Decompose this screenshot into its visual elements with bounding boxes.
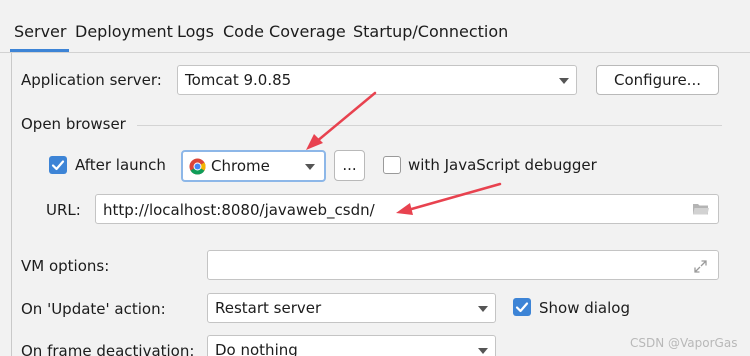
- after-launch-checkbox[interactable]: [49, 156, 67, 174]
- chevron-down-icon: [478, 306, 488, 312]
- application-server-combo[interactable]: Tomcat 9.0.85: [177, 65, 577, 95]
- chevron-down-icon: [305, 164, 315, 170]
- update-action-label: On 'Update' action:: [21, 300, 166, 318]
- frame-deactivation-combo[interactable]: Do nothing: [207, 335, 496, 356]
- url-field-value: http://localhost:8080/javaweb_csdn/: [103, 201, 375, 219]
- folder-icon[interactable]: [692, 202, 710, 216]
- tab-deployment[interactable]: Deployment: [75, 22, 173, 41]
- chevron-down-icon: [478, 348, 488, 354]
- tab-startup-connection[interactable]: Startup/Connection: [353, 22, 508, 41]
- url-label: URL:: [46, 201, 81, 219]
- application-server-value: Tomcat 9.0.85: [185, 71, 292, 89]
- js-debugger-checkbox[interactable]: [383, 156, 401, 174]
- browse-browsers-button[interactable]: ...: [334, 150, 365, 181]
- js-debugger-label: with JavaScript debugger: [408, 156, 597, 174]
- watermark: CSDN @VaporGas: [630, 336, 738, 350]
- frame-deactivation-label: On frame deactivation:: [21, 342, 195, 356]
- open-browser-separator: [137, 125, 722, 126]
- tab-server[interactable]: Server: [14, 22, 66, 41]
- browse-browsers-button-label: ...: [342, 156, 357, 174]
- expand-icon[interactable]: [694, 259, 707, 273]
- update-action-value: Restart server: [215, 299, 322, 317]
- open-browser-section-label: Open browser: [21, 115, 126, 133]
- show-dialog-checkbox[interactable]: [513, 298, 531, 316]
- url-field[interactable]: http://localhost:8080/javaweb_csdn/: [95, 194, 719, 224]
- checkmark-icon: [515, 302, 529, 313]
- browser-combo[interactable]: Chrome: [181, 150, 326, 182]
- browser-combo-value: Chrome: [211, 157, 270, 175]
- show-dialog-label: Show dialog: [539, 299, 630, 317]
- configure-button[interactable]: Configure...: [596, 65, 719, 95]
- configure-button-label: Configure...: [613, 71, 701, 89]
- tab-logs[interactable]: Logs: [177, 22, 214, 41]
- application-server-label: Application server:: [21, 71, 162, 89]
- vm-options-field[interactable]: [207, 250, 719, 280]
- after-launch-label: After launch: [75, 156, 166, 174]
- tab-code-coverage[interactable]: Code Coverage: [223, 22, 346, 41]
- vm-options-label: VM options:: [21, 257, 110, 275]
- frame-deactivation-value: Do nothing: [215, 341, 298, 356]
- chrome-icon: [189, 158, 206, 175]
- update-action-combo[interactable]: Restart server: [207, 293, 496, 323]
- checkmark-icon: [51, 160, 65, 171]
- chevron-down-icon: [559, 78, 569, 84]
